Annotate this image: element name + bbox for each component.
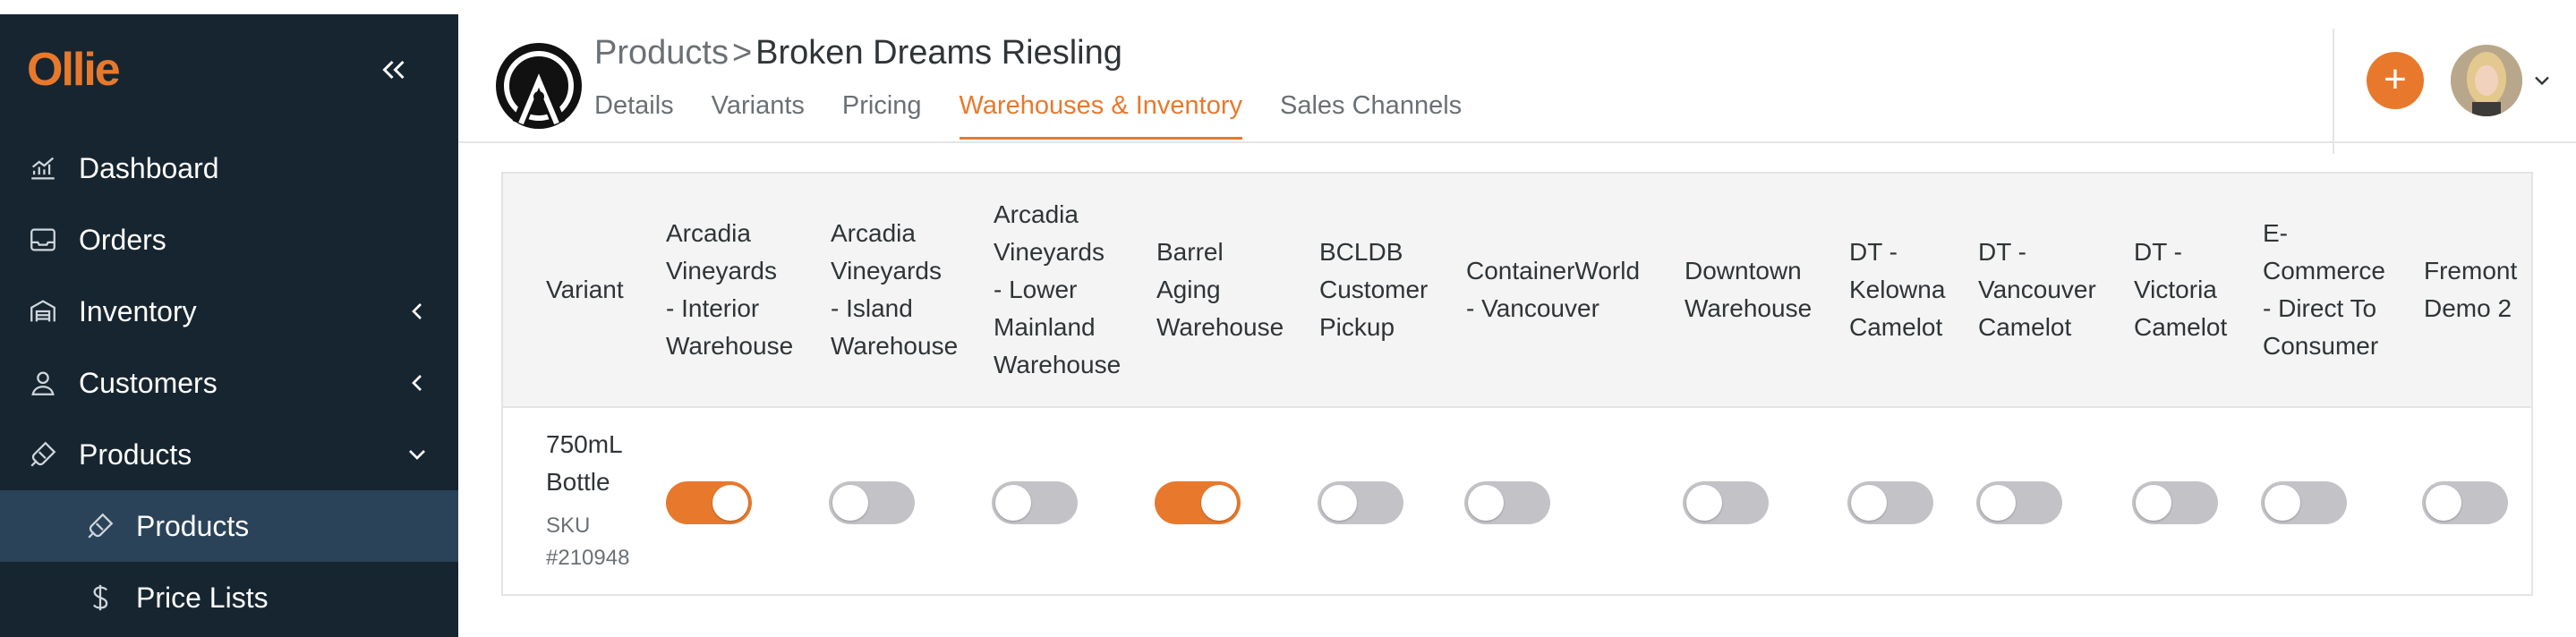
sidebar-item-label: Inventory <box>79 294 197 327</box>
top-strip <box>0 0 2576 15</box>
column-header: Variant <box>546 276 624 303</box>
sidebar-item-customers[interactable]: Customers <box>0 347 458 419</box>
brand-logo <box>494 41 584 131</box>
column-header: E- Commerce - Direct To Consumer <box>2263 219 2385 360</box>
collapse-sidebar-icon[interactable] <box>372 54 415 89</box>
column-header: DT - Victoria Camelot <box>2134 238 2228 341</box>
column-header: DT - Vancouver Camelot <box>1978 238 2096 341</box>
sidebar-item-label: Dashboard <box>79 151 219 184</box>
warehouse-toggle[interactable] <box>1683 481 1769 524</box>
user-icon <box>25 365 61 401</box>
breadcrumb: Products > Broken Dreams Riesling <box>594 34 1122 72</box>
sidebar-subitem-price-lists[interactable]: Price Lists <box>0 562 458 633</box>
sidebar-item-products[interactable]: Products <box>0 419 458 490</box>
warehouse-toggle[interactable] <box>1318 481 1403 524</box>
chevron-left-icon <box>403 297 431 326</box>
sidebar-item-label: Orders <box>79 223 166 256</box>
warehouse-toggle[interactable] <box>2261 481 2347 524</box>
column-header: BCLDB Customer Pickup <box>1319 238 1429 341</box>
header-divider <box>2333 29 2334 154</box>
sidebar-item-inventory[interactable]: Inventory <box>0 276 458 347</box>
column-header: Arcadia Vineyards - Lower Mainland Warehouse <box>994 200 1122 378</box>
column-header: Arcadia Vineyards - Interior Warehouse <box>666 219 794 360</box>
warehouse-toggle[interactable] <box>666 481 752 524</box>
tab-sales-channels[interactable]: Sales Channels <box>1280 91 1462 140</box>
warehouse-toggle[interactable] <box>1976 481 2062 524</box>
tab-bar: Details Variants Pricing Warehouses & In… <box>594 91 1499 140</box>
avatar[interactable] <box>2451 45 2522 116</box>
chevron-left-icon <box>403 369 431 397</box>
tab-pricing[interactable]: Pricing <box>842 91 922 140</box>
sidebar-item-orders[interactable]: Orders <box>0 204 458 276</box>
bottle-icon <box>82 508 118 544</box>
breadcrumb-parent[interactable]: Products <box>594 34 729 72</box>
app-logo[interactable]: Ollie <box>27 43 121 97</box>
warehouse-table: Variant Arcadia Vineyards - Interior Wareho… <box>501 172 2533 596</box>
warehouse-toggle[interactable] <box>992 481 1078 524</box>
warehouse-toggle[interactable] <box>2422 481 2508 524</box>
column-header: Downtown Warehouse <box>1685 257 1813 322</box>
tab-warehouses-inventory[interactable]: Warehouses & Inventory <box>959 91 1243 140</box>
warehouse-toggle[interactable] <box>1847 481 1933 524</box>
dollar-icon <box>82 580 118 616</box>
breadcrumb-separator: > <box>731 34 753 72</box>
column-header: DT - Kelowna Camelot <box>1849 238 1946 341</box>
page-title: Broken Dreams Riesling <box>755 34 1122 72</box>
sidebar-subitem-products[interactable]: Products <box>0 490 458 562</box>
warehouse-icon <box>25 293 61 329</box>
column-header: ContainerWorld - Vancouver <box>1466 257 1641 322</box>
column-header: Barrel Aging Warehouse <box>1156 238 1284 341</box>
sidebar-item-label: Customers <box>79 366 218 399</box>
warehouse-toggle[interactable] <box>1464 481 1550 524</box>
chart-icon <box>25 150 61 186</box>
warehouse-toggle[interactable] <box>1155 481 1241 524</box>
chevron-down-icon[interactable] <box>2529 68 2555 93</box>
column-header: Arcadia Vineyards - Island Warehouse <box>831 219 959 360</box>
variant-sku: SKU #210948 <box>546 514 630 570</box>
warehouse-toggle[interactable] <box>2132 481 2218 524</box>
tab-variants[interactable]: Variants <box>712 91 805 140</box>
bottle-icon <box>25 437 61 472</box>
sidebar: Ollie Dashboard Orders Inventory Custome… <box>0 14 458 637</box>
warehouse-toggle[interactable] <box>829 481 915 524</box>
tab-details[interactable]: Details <box>594 91 674 140</box>
chevron-down-icon <box>403 440 431 469</box>
column-header: Fremont Demo 2 <box>2424 257 2518 322</box>
sidebar-item-dashboard[interactable]: Dashboard <box>0 132 458 204</box>
page-header: Products > Broken Dreams Riesling Details … <box>458 14 2576 154</box>
sidebar-item-label: Products <box>136 509 250 542</box>
sidebar-item-label: Products <box>79 437 192 471</box>
inbox-icon <box>25 222 61 258</box>
variant-name: 750mL Bottle <box>546 430 623 496</box>
add-button[interactable]: + <box>2367 52 2424 109</box>
sidebar-item-label: Price Lists <box>136 581 269 614</box>
